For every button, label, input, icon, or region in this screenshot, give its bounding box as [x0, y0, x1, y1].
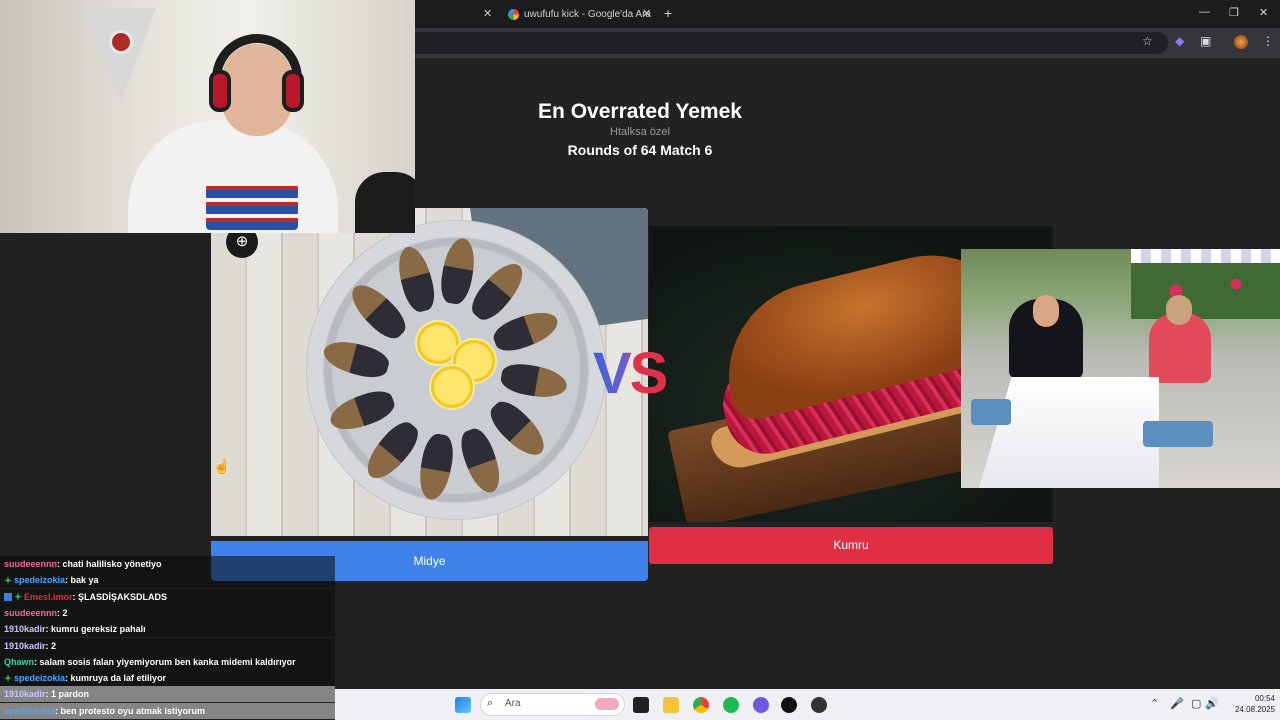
chat-message: 1910kadir: kumru gereksiz pahalı	[0, 621, 335, 638]
chat-text: 1 pardon	[51, 689, 90, 700]
extension-icon[interactable]: ◆	[1175, 34, 1184, 48]
secondary-photo	[961, 249, 1280, 488]
task-view-icon[interactable]	[633, 697, 649, 713]
vs-label: VS	[593, 341, 668, 406]
chat-text: 2	[62, 607, 68, 618]
chat-text: 2	[51, 640, 57, 651]
chat-username[interactable]: spedeizokia	[14, 575, 65, 585]
menu-icon[interactable]: ⋮	[1262, 34, 1274, 48]
chat-text: chati halilisko yönetiyo	[62, 559, 162, 569]
display-icon[interactable]: ▢	[1191, 697, 1201, 710]
chrome-icon[interactable]	[693, 697, 709, 713]
streamer-webcam	[0, 0, 415, 233]
chat-text: bak ya	[70, 575, 99, 586]
new-tab-button[interactable]: +	[664, 5, 672, 21]
chat-username[interactable]: 1910kadir	[4, 641, 46, 651]
left-option-image[interactable]	[211, 208, 648, 536]
mouse-cursor-icon: ☝	[213, 458, 231, 474]
star-icon[interactable]: ☆	[1142, 34, 1153, 48]
subscriber-badge-icon	[14, 592, 22, 601]
clock[interactable]: 00:54 24.08.2025	[1215, 693, 1275, 715]
headphone-cup	[282, 70, 304, 112]
clock-time: 00:54	[1254, 694, 1275, 703]
minimize-icon[interactable]: —	[1199, 6, 1210, 18]
pennant-logo	[109, 30, 133, 54]
search-icon: ⌕	[487, 697, 494, 709]
taskbar: ⌕ Ara ⌃ 🎤 ▢ 🔊 00:54 24.08.2025	[335, 689, 1280, 720]
shirt-print	[206, 184, 298, 230]
chat-text: kumruya da laf etiliyor	[70, 673, 167, 684]
file-explorer-icon[interactable]	[663, 697, 679, 713]
app-icon[interactable]	[811, 697, 827, 713]
chair	[971, 399, 1011, 425]
wall-pennant	[84, 8, 156, 104]
chat-text: ben protesto oyu atmak istiyorum	[60, 705, 206, 716]
chat-username[interactable]: 1910kadir	[4, 624, 46, 634]
chat-message: suudeeennn: chati halilisko yönetiyo	[0, 556, 335, 572]
chat-username[interactable]: suudeeennn	[4, 608, 57, 618]
chat-overlay: suudeeennn: chati halilisko yönetiyo sped…	[0, 556, 335, 720]
person-head	[1033, 295, 1059, 327]
subscriber-badge-icon	[4, 576, 12, 585]
close-window-icon[interactable]: ✕	[1259, 6, 1268, 19]
app-g-icon[interactable]	[781, 697, 797, 713]
moderator-badge-icon	[4, 592, 12, 601]
chat-username[interactable]: Qhawn	[4, 657, 34, 667]
puzzle-icon[interactable]: ▣	[1200, 34, 1211, 48]
profile-avatar-icon[interactable]	[1234, 35, 1248, 49]
table	[979, 377, 1159, 488]
chat-message: 1910kadir: 1 pardon	[0, 686, 335, 703]
search-placeholder: Ara	[505, 698, 521, 709]
chat-message: spedeizokia: bak ya	[0, 572, 335, 589]
chat-username[interactable]: 1910kadir	[4, 689, 46, 699]
chat-message: Qhawn: salam sosis falan yiyemiyorum ben…	[0, 653, 335, 670]
lemon-slice	[429, 364, 475, 410]
search-highlight-icon	[595, 698, 619, 710]
page-title: En Overrated Yemek	[538, 100, 742, 123]
tab-google-search[interactable]: uwufufu kick - Google'da Ara	[508, 0, 651, 28]
discord-icon[interactable]	[753, 697, 769, 713]
chat-username[interactable]: spedeizokia	[4, 706, 55, 716]
chat-username[interactable]: suudeeennn	[4, 559, 57, 569]
tab-label: uwufufu kick - Google'da Ara	[524, 8, 651, 20]
chat-message: spedeizokia: kumruya da laf etiliyor	[0, 670, 335, 687]
spotify-icon[interactable]	[723, 697, 739, 713]
subscriber-badge-icon	[4, 674, 12, 683]
screen: ✕ uwufufu kick - Google'da Ara ✕ + — ❐ ✕…	[0, 0, 1280, 720]
clock-date: 24.08.2025	[1234, 705, 1275, 714]
chair	[1143, 421, 1213, 447]
windows-start-icon[interactable]	[455, 697, 471, 713]
headphone-cup	[209, 70, 231, 112]
chat-username[interactable]: Emesl.imor	[24, 592, 73, 602]
chat-message: Emesl.imor: ŞLASDİŞAKSDLADS	[0, 588, 335, 605]
vote-right-button[interactable]: Kumru	[649, 527, 1053, 564]
chat-text: ŞLASDİŞAKSDLADS	[78, 591, 168, 602]
tab-close-icon[interactable]: ✕	[483, 7, 492, 20]
page-subtitle: Htalksa özel	[610, 126, 670, 138]
chat-username[interactable]: spedeizokia	[14, 673, 65, 683]
tab-close-icon[interactable]: ✕	[642, 7, 651, 20]
google-icon	[508, 8, 519, 20]
chair	[355, 172, 415, 233]
microphone-icon[interactable]: 🎤	[1170, 697, 1184, 710]
maximize-icon[interactable]: ❐	[1229, 6, 1239, 19]
chat-message: spedeizokia: ben protesto oyu atmak isti…	[0, 702, 335, 719]
round-indicator: Rounds of 64 Match 6	[567, 142, 713, 158]
chat-text: salam sosis falan yiyemiyorum ben kanka …	[39, 656, 296, 667]
chat-text: kumru gereksiz pahalı	[51, 624, 146, 635]
awning	[1131, 249, 1280, 263]
person-head	[1166, 295, 1192, 325]
chat-message: 1910kadir: 2	[0, 637, 335, 654]
chat-message: suudeeennn: 2	[0, 604, 335, 621]
tray-overflow-icon[interactable]: ⌃	[1150, 697, 1159, 710]
